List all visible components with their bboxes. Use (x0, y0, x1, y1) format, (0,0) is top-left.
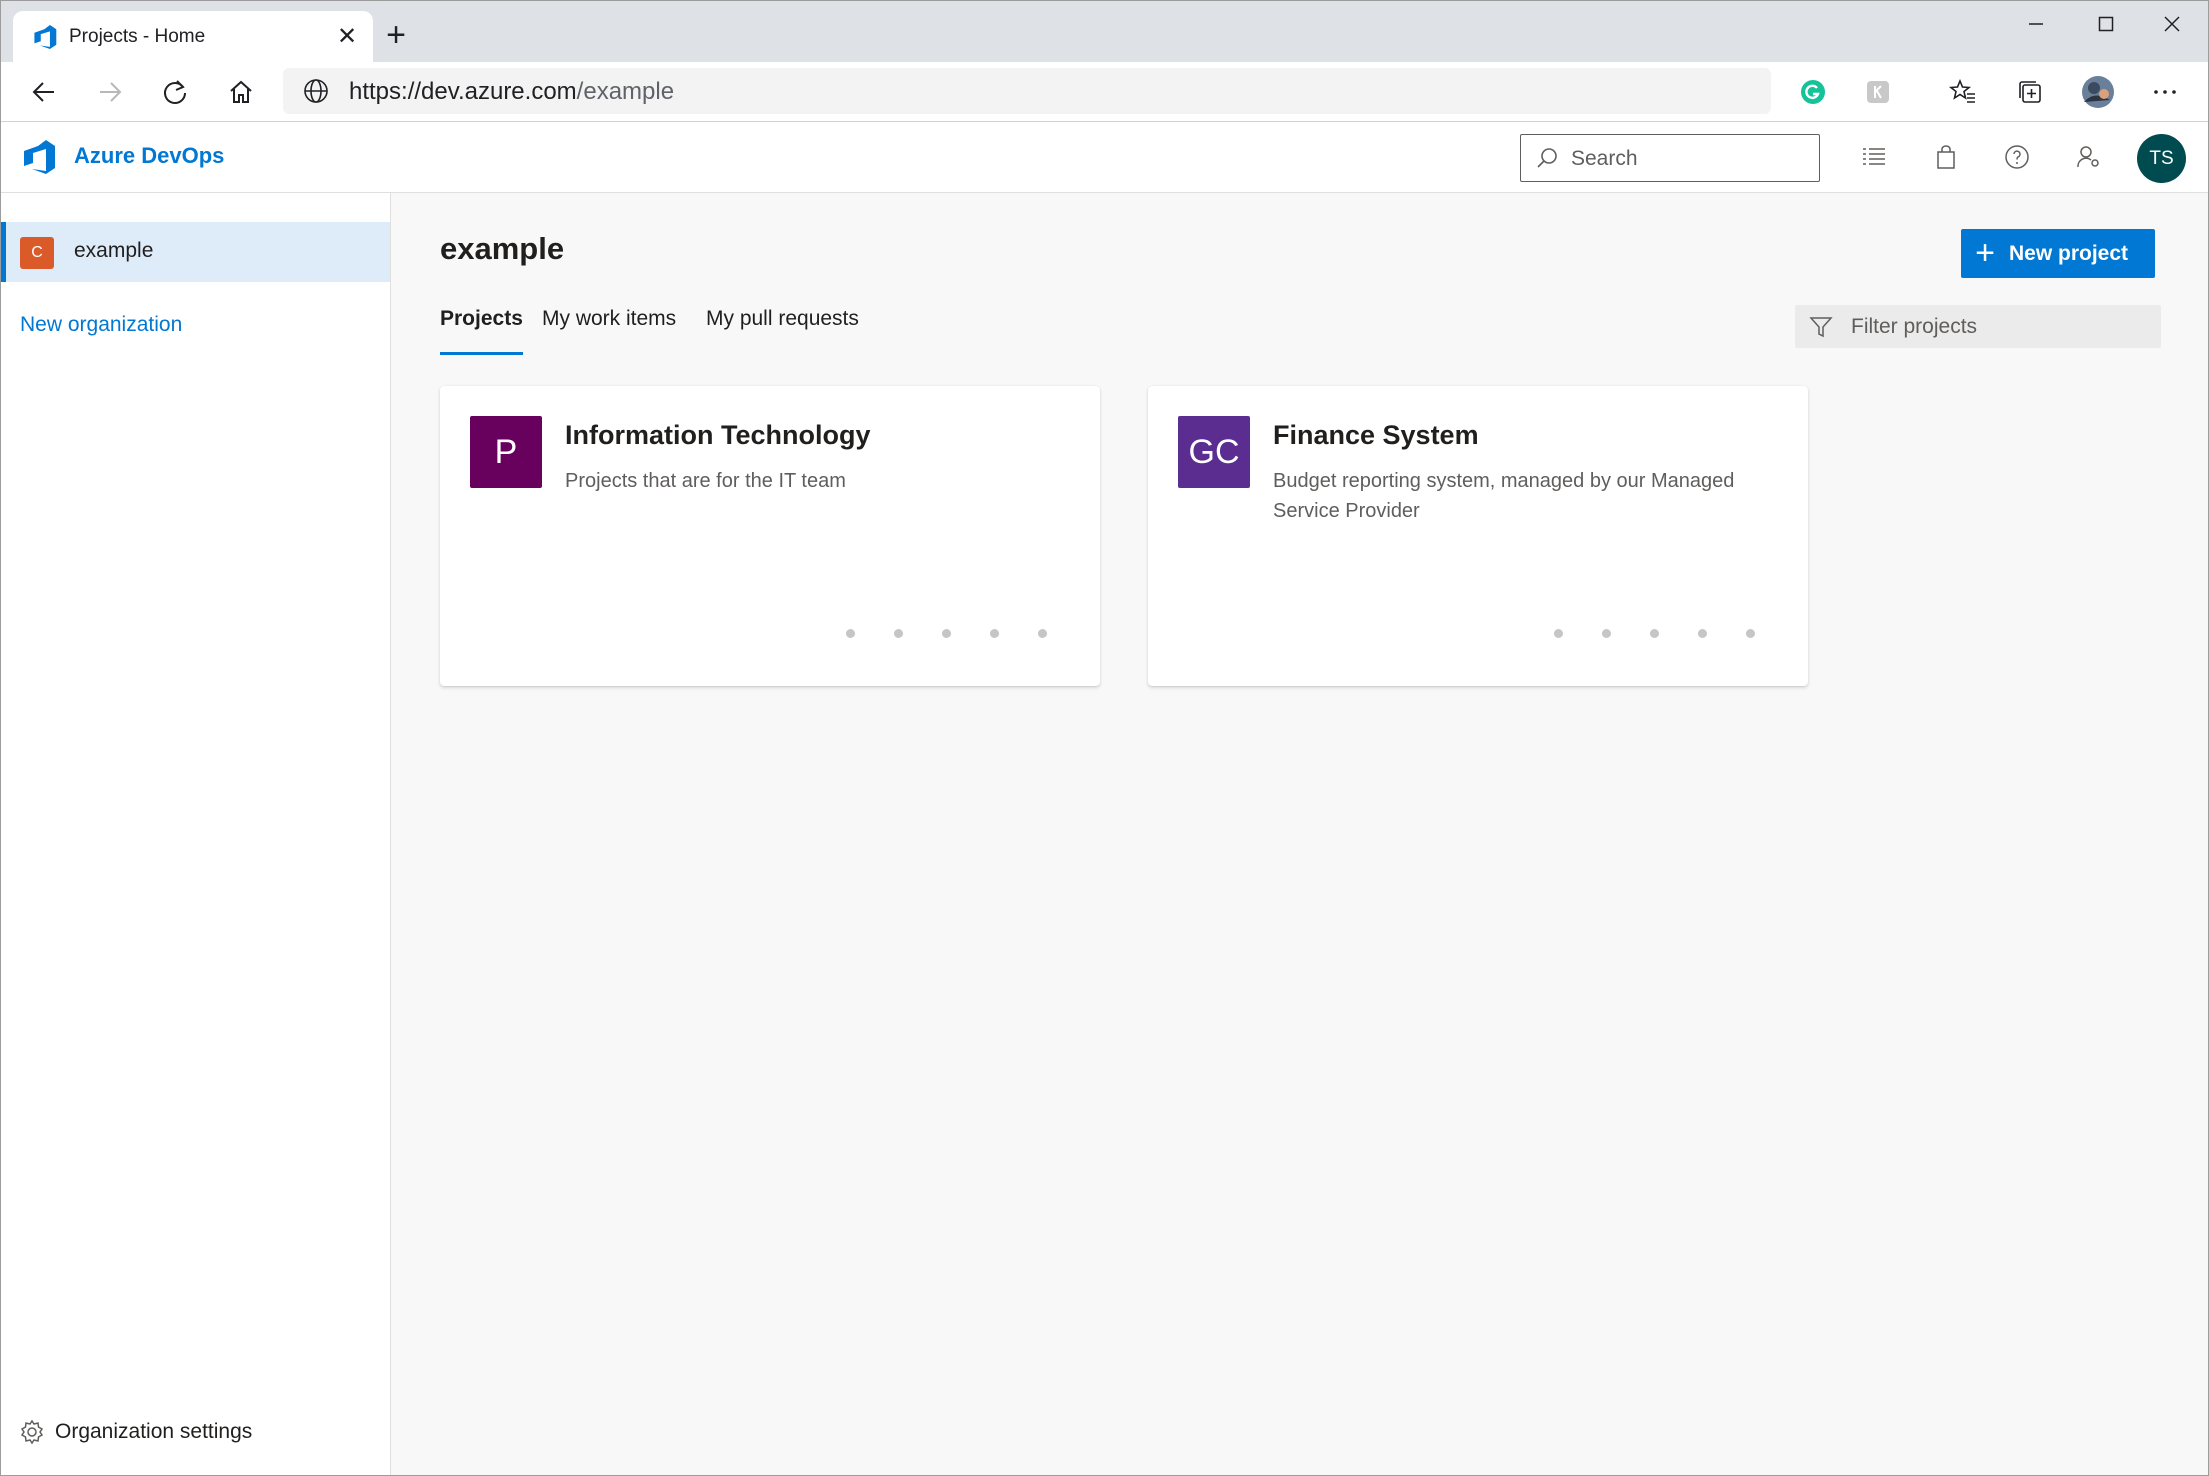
tab-title: Projects - Home (69, 26, 206, 47)
brand-name[interactable]: Azure DevOps (74, 143, 224, 169)
close-tab-icon[interactable]: ✕ (333, 23, 361, 51)
project-description: Projects that are for the IT team (565, 470, 846, 492)
tab-my-work-items[interactable]: My work items (542, 307, 676, 355)
organization-settings-label: Organization settings (55, 1420, 253, 1443)
filter-icon (1809, 317, 1833, 338)
url-path: /example (576, 78, 675, 105)
project-stats-placeholder (1554, 629, 1755, 639)
azure-devops-logo-icon[interactable] (21, 140, 57, 174)
url-host: https://dev.azure.com (349, 78, 577, 105)
globe-icon (304, 79, 328, 103)
browser-toolbar: https://dev.azure.com/example (1, 62, 2208, 122)
tab-my-pull-requests[interactable]: My pull requests (706, 307, 859, 355)
collections-icon[interactable] (2011, 73, 2049, 111)
new-project-label: New project (2009, 241, 2129, 265)
organization-sidebar: C example New organization Organization … (1, 193, 391, 1475)
user-settings-icon[interactable] (2071, 139, 2107, 175)
tab-strip: Projects - Home ✕ + (1, 1, 2208, 62)
extension-icon[interactable] (1859, 73, 1897, 111)
project-card[interactable]: P Information Technology Projects that a… (440, 386, 1100, 686)
search-icon (1537, 148, 1557, 168)
maximize-icon[interactable] (2081, 9, 2131, 43)
favorites-icon[interactable] (1944, 73, 1982, 111)
plus-icon: + (1975, 234, 1995, 272)
marketplace-bag-icon[interactable] (1928, 139, 1964, 175)
ado-header: Azure DevOps Search TS (1, 122, 2208, 193)
project-stats-placeholder (846, 629, 1047, 639)
sidebar-item-organization[interactable]: C example (1, 222, 390, 282)
url-text: https://dev.azure.com/example (349, 78, 674, 106)
organization-settings-link[interactable]: Organization settings (19, 1417, 252, 1447)
project-description: Budget reporting system, managed by our … (1273, 470, 1735, 522)
user-avatar[interactable]: TS (2137, 134, 2186, 183)
project-card[interactable]: GC Finance System Budget reporting syste… (1148, 386, 1808, 686)
help-icon[interactable] (1999, 139, 2035, 175)
project-name[interactable]: Finance System (1273, 420, 1479, 451)
project-name[interactable]: Information Technology (565, 420, 871, 451)
more-options-icon[interactable] (2146, 73, 2184, 111)
profile-avatar-icon[interactable] (2079, 73, 2117, 111)
project-badge: GC (1178, 416, 1250, 488)
new-organization-link[interactable]: New organization (20, 313, 182, 337)
refresh-icon[interactable] (153, 70, 197, 114)
address-bar[interactable]: https://dev.azure.com/example (283, 68, 1771, 114)
home-icon[interactable] (219, 70, 263, 114)
org-name: example (74, 239, 154, 262)
browser-tab[interactable]: Projects - Home ✕ (13, 11, 373, 62)
grammarly-extension-icon[interactable] (1794, 73, 1832, 111)
gear-icon (20, 1419, 44, 1445)
org-badge: C (20, 237, 54, 269)
search-input[interactable]: Search (1520, 134, 1820, 182)
main-content: example + New project Projects My work i… (391, 193, 2208, 1475)
new-tab-icon[interactable]: + (381, 18, 411, 52)
minimize-icon[interactable] (2011, 9, 2061, 43)
azure-devops-favicon-icon (34, 25, 57, 49)
search-placeholder: Search (1571, 147, 1638, 170)
project-badge: P (470, 416, 542, 488)
new-project-button[interactable]: + New project (1961, 229, 2155, 278)
page-title: example (440, 231, 565, 266)
close-window-icon[interactable] (2147, 9, 2197, 43)
tab-projects[interactable]: Projects (440, 307, 523, 355)
filter-projects-input[interactable]: Filter projects (1795, 305, 2161, 348)
forward-icon[interactable] (88, 70, 132, 114)
filter-placeholder: Filter projects (1851, 315, 1978, 338)
work-items-list-icon[interactable] (1856, 139, 1892, 175)
back-icon[interactable] (22, 70, 66, 114)
browser-window: Projects - Home ✕ + https://dev.azure.co… (0, 0, 2209, 1476)
